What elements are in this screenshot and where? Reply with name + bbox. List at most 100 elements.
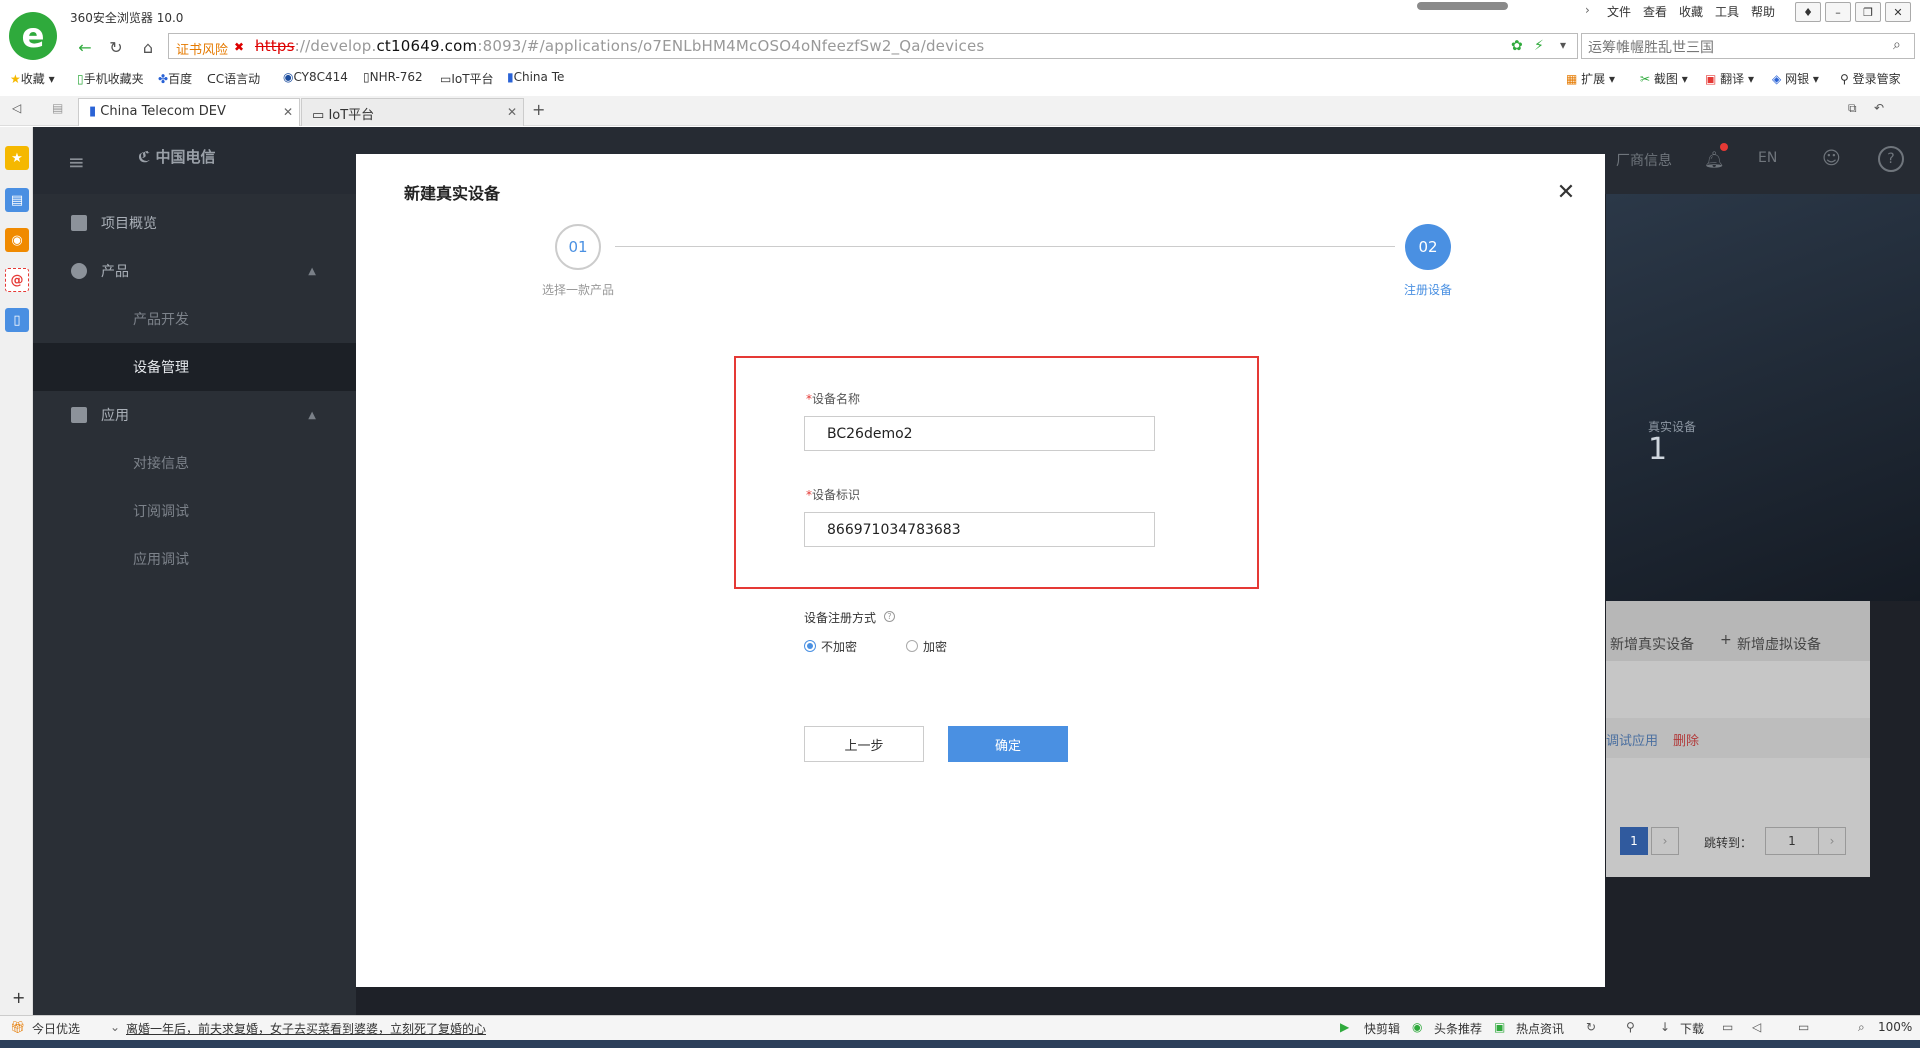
language-toggle[interactable]: EN <box>1758 150 1777 166</box>
tab-iot[interactable]: ▭ IoT平台 ✕ <box>301 98 524 126</box>
debug-app-link[interactable]: 调试应用 <box>1606 730 1658 749</box>
downloads[interactable]: 下载 <box>1680 1020 1704 1037</box>
new-tab-icon[interactable]: + <box>532 100 545 119</box>
vendor-info-link[interactable]: 厂商信息 <box>1616 150 1672 170</box>
add-real-device-button[interactable]: 新增真实设备 <box>1610 634 1694 654</box>
favorites-icon[interactable]: ★ <box>5 146 29 170</box>
zoom-icon[interactable]: ⌕ <box>1858 1020 1865 1035</box>
bookmark-clang[interactable]: ᑕC语言动 <box>207 70 260 87</box>
pin-icon[interactable]: ⚲ <box>1626 1020 1635 1034</box>
home-icon[interactable]: ⌂ <box>137 36 159 58</box>
back-icon[interactable]: ← <box>74 36 96 58</box>
bookmark-favorites[interactable]: ★收藏 ▾ <box>10 70 55 87</box>
bookmark-nhr[interactable]: ▯NHR-762 <box>363 70 423 84</box>
mail-icon[interactable]: @ <box>5 268 29 292</box>
tab-china-telecom[interactable]: ▮ China Telecom DEV ✕ <box>78 98 300 126</box>
delete-link[interactable]: 删除 <box>1673 730 1699 749</box>
toolbar-login[interactable]: ⚲ 登录管家 <box>1840 70 1901 87</box>
weibo-icon[interactable]: ◉ <box>5 228 29 252</box>
tab-list-icon[interactable]: ▤ <box>52 101 63 115</box>
sidebar-item-product[interactable]: 产品 ▲ <box>33 247 356 295</box>
star-icon: ★ <box>10 72 21 86</box>
hot-news[interactable]: 热点资讯 <box>1516 1020 1564 1037</box>
sidebar-item-integration[interactable]: 对接信息 <box>33 439 356 487</box>
bookmark-iot[interactable]: ▭IoT平台 <box>440 70 494 87</box>
reader-icon[interactable]: ▤ <box>5 188 29 212</box>
jump-page-input[interactable]: 1 <box>1765 827 1819 855</box>
minimize-icon[interactable]: – <box>1825 2 1851 22</box>
sidebar-item-app-debug[interactable]: 应用调试 <box>33 535 356 583</box>
restore-tabs-icon[interactable]: ⧉ <box>1848 101 1857 116</box>
speed-mode-icon[interactable]: ⚡ <box>1534 38 1544 54</box>
menu-help[interactable]: 帮助 <box>1751 3 1775 20</box>
toolbar-bank[interactable]: ◈ 网银 ▾ <box>1772 70 1819 87</box>
user-icon[interactable]: ☺ <box>1822 148 1841 169</box>
bookmark-china-te[interactable]: ▮China Te <box>507 70 564 84</box>
radio-no-encrypt-label[interactable]: 不加密 <box>821 638 857 655</box>
undo-close-icon[interactable]: ↶ <box>1874 101 1884 115</box>
sidebar-toggle-icon[interactable]: ◁ <box>12 101 21 115</box>
page-current[interactable]: 1 <box>1620 827 1648 855</box>
bookmark-mobile[interactable]: ▯手机收藏夹 <box>77 70 144 87</box>
close-icon[interactable]: ✕ <box>1554 180 1578 205</box>
url-dropdown-icon[interactable]: ▾ <box>1560 38 1566 52</box>
sidebar-item-overview[interactable]: 项目概览 <box>33 199 356 247</box>
cert-warning[interactable]: 证书风险 <box>176 39 228 58</box>
sidebar-item-product-dev[interactable]: 产品开发 <box>33 295 356 343</box>
sidebar-item-subscribe-debug[interactable]: 订阅调试 <box>33 487 356 535</box>
menu-favorites[interactable]: 收藏 <box>1679 3 1703 20</box>
close-tab-icon[interactable]: ✕ <box>507 105 517 119</box>
device-name-field[interactable]: BC26demo2 <box>804 416 1155 451</box>
add-sidebar-icon[interactable]: + <box>12 988 25 1007</box>
menu-view[interactable]: 查看 <box>1643 3 1667 20</box>
screenshot-icon[interactable]: ▭ <box>1722 1020 1733 1034</box>
radio-encrypt-label[interactable]: 加密 <box>923 638 947 655</box>
question-icon[interactable]: ? <box>884 611 895 622</box>
sidebar-item-app[interactable]: 应用 ▲ <box>33 391 356 439</box>
url-text[interactable]: https://develop.ct10649.com:8093/#/appli… <box>255 37 984 55</box>
sync-icon[interactable]: ↻ <box>1586 1020 1596 1034</box>
bookmark-cy8c[interactable]: ◉CY8C414 <box>283 70 348 84</box>
toolbar-extensions[interactable]: ▦ 扩展 ▾ <box>1566 70 1615 87</box>
menu-file[interactable]: 文件 <box>1607 3 1631 20</box>
add-virtual-device-button[interactable]: 新增虚拟设备 <box>1737 634 1821 654</box>
chevron-down-icon: ⌄ <box>110 1020 121 1034</box>
search-icon[interactable]: ⌕ <box>1893 37 1901 53</box>
sidebar-item-label: 产品 <box>101 264 129 280</box>
step-2-label: 注册设备 <box>1404 283 1453 297</box>
radio-no-encrypt[interactable] <box>804 640 816 652</box>
step-1-circle[interactable]: 01 <box>555 224 601 270</box>
help-icon[interactable]: ? <box>1878 146 1904 172</box>
notes-icon[interactable]: ▯ <box>5 308 29 332</box>
news-ticker[interactable]: 离婚一年后，前夫求复婚，女子去买菜看到婆婆，立刻死了复婚的心 <box>126 1020 486 1037</box>
headline-recommend[interactable]: 头条推荐 <box>1434 1020 1482 1037</box>
today-picks[interactable]: 今日优选 <box>32 1020 80 1037</box>
device-id-field[interactable]: 866971034783683 <box>804 512 1155 547</box>
restore-icon[interactable]: ❐ <box>1855 2 1881 22</box>
dialog-title: 新建真实设备 <box>404 184 501 203</box>
jump-go-icon[interactable]: › <box>1818 827 1846 855</box>
skin-icon[interactable]: ♦ <box>1795 2 1821 22</box>
window-icon[interactable]: ▭ <box>1798 1020 1809 1034</box>
zoom-level[interactable]: 100% <box>1878 1020 1912 1034</box>
close-tab-icon[interactable]: ✕ <box>283 105 293 119</box>
chevron-right-icon[interactable]: › <box>1585 3 1590 17</box>
confirm-button[interactable]: 确定 <box>948 726 1068 762</box>
next-page-icon[interactable]: › <box>1651 827 1679 855</box>
bookmark-label: 收藏 <box>20 72 45 86</box>
radio-encrypt[interactable] <box>906 640 918 652</box>
close-window-icon[interactable]: ✕ <box>1885 2 1911 22</box>
menu-icon[interactable]: ≡ <box>68 150 85 174</box>
menu-tools[interactable]: 工具 <box>1715 3 1739 20</box>
bell-icon[interactable]: 🔔︎ <box>1704 150 1724 169</box>
toolbar-translate[interactable]: ▣ 翻译 ▾ <box>1705 70 1754 87</box>
refresh-icon[interactable]: ↻ <box>105 36 127 58</box>
bookmark-baidu[interactable]: ✤百度 <box>158 70 192 87</box>
bookmark-label: 手机收藏夹 <box>83 72 144 86</box>
mute-icon[interactable]: ◁ <box>1752 1020 1761 1034</box>
toolbar-screenshot[interactable]: ✂ 截图 ▾ <box>1640 70 1688 87</box>
sidebar-item-device-mgmt[interactable]: 设备管理 <box>33 343 356 391</box>
quick-edit[interactable]: 快剪辑 <box>1364 1020 1400 1037</box>
compat-mode-icon[interactable]: ✿ <box>1511 38 1523 54</box>
prev-step-button[interactable]: 上一步 <box>804 726 924 762</box>
